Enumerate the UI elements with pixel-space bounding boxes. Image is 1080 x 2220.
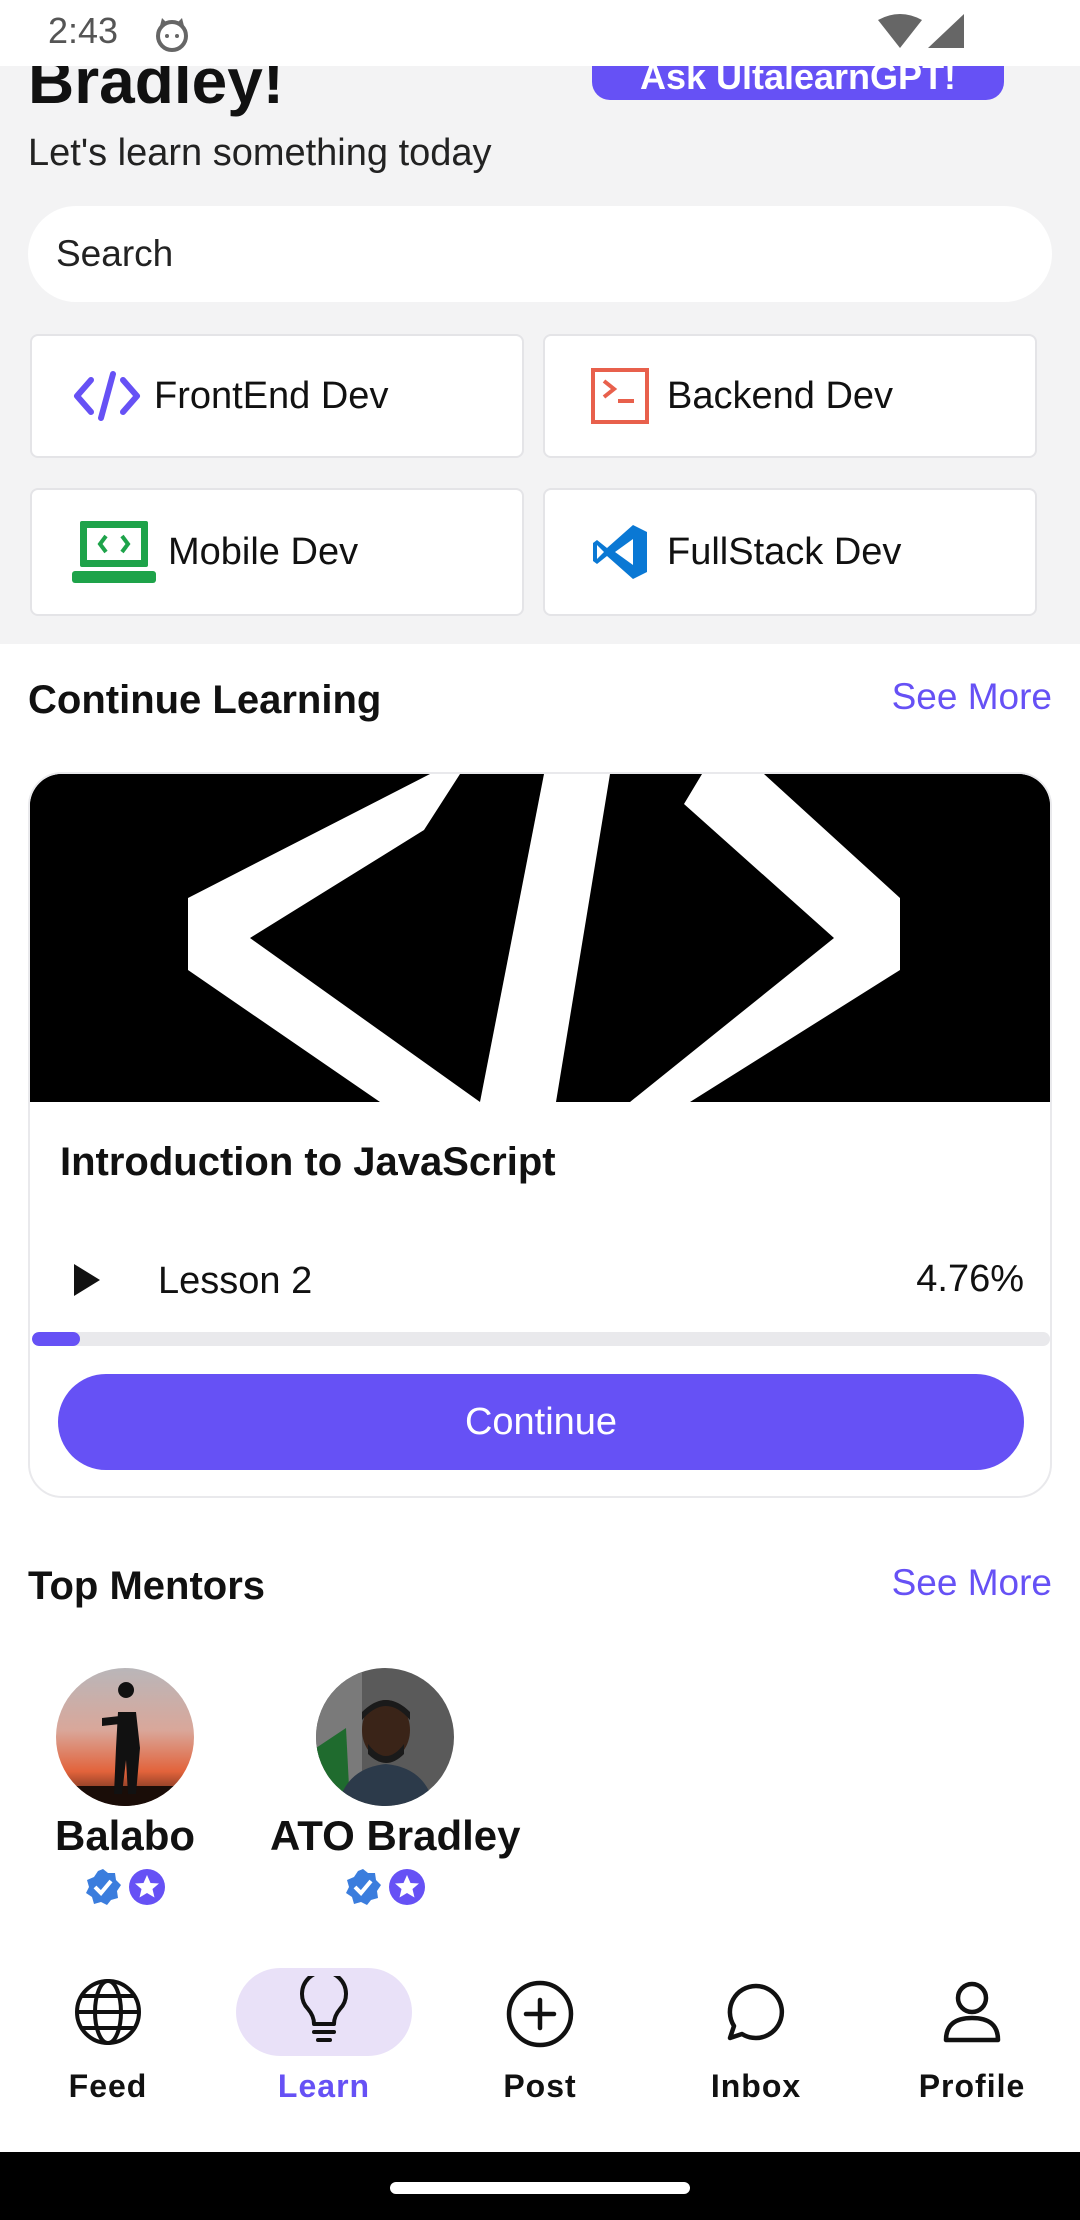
lesson-row[interactable]: Lesson 2 4.76% <box>60 1252 1024 1312</box>
course-thumbnail <box>30 774 1050 1102</box>
mentor-card[interactable]: Balabo <box>40 1668 210 1906</box>
code-brackets-icon <box>30 774 1050 1102</box>
verified-badge-icon <box>86 1869 121 1905</box>
continue-learning-see-more-link[interactable]: See More <box>892 676 1052 718</box>
category-backend[interactable]: Backend Dev <box>543 334 1037 458</box>
ask-gpt-button[interactable]: Ask UltalearnGPT! <box>592 66 1004 100</box>
avatar <box>56 1668 194 1806</box>
category-label: Backend Dev <box>667 374 894 417</box>
bottom-nav: Feed Learn Post Inbox Profile <box>0 1952 1080 2152</box>
nav-item-post[interactable]: Post <box>440 1952 640 2112</box>
category-label: FullStack Dev <box>667 530 902 573</box>
category-label: FrontEnd Dev <box>154 374 389 417</box>
progress-bar <box>32 1332 1050 1346</box>
home-gesture-handle[interactable] <box>390 2182 690 2194</box>
wifi-icon <box>878 14 922 48</box>
mentor-card[interactable]: ATO Bradley <box>270 1668 521 1906</box>
nav-active-pill <box>236 1968 412 2056</box>
greeting-name: Bradley! <box>28 66 285 117</box>
star-badge-icon <box>129 1869 165 1905</box>
progress-bar-fill <box>32 1332 81 1346</box>
plus-circle-icon <box>506 1980 574 2048</box>
category-label: Mobile Dev <box>168 530 359 573</box>
code-icon <box>72 366 142 426</box>
continue-button[interactable]: Continue <box>58 1374 1024 1470</box>
globe-icon <box>75 1979 141 2045</box>
vscode-icon <box>585 522 655 582</box>
app-notification-icon <box>156 18 188 52</box>
course-card[interactable]: Introduction to JavaScript Lesson 2 4.76… <box>28 772 1052 1498</box>
mentor-badges <box>40 1868 210 1906</box>
nav-item-profile[interactable]: Profile <box>872 1952 1072 2112</box>
signal-icon <box>928 14 964 48</box>
nav-label: Inbox <box>710 2068 802 2104</box>
progress-percent: 4.76% <box>916 1258 1024 1300</box>
top-header-area: Bradley! Ask UltalearnGPT! Let's learn s… <box>0 66 1080 644</box>
nav-item-learn[interactable]: Learn <box>224 1952 424 2112</box>
search-input[interactable] <box>28 206 1052 302</box>
top-mentors-title: Top Mentors <box>28 1564 266 1608</box>
terminal-icon <box>585 366 655 426</box>
gesture-navigation-bar <box>0 2152 1080 2220</box>
verified-badge-icon <box>346 1869 381 1905</box>
greeting-subtitle: Let's learn something today <box>28 132 492 174</box>
star-badge-icon <box>389 1869 425 1905</box>
avatar <box>316 1668 454 1806</box>
nav-item-inbox[interactable]: Inbox <box>656 1952 856 2112</box>
play-icon <box>74 1264 100 1296</box>
chat-bubble-icon <box>727 1983 785 2041</box>
person-icon <box>943 1981 1001 2043</box>
mentor-badges <box>270 1868 500 1906</box>
top-mentors-see-more-link[interactable]: See More <box>892 1562 1052 1604</box>
laptop-code-icon <box>72 521 156 583</box>
status-bar: 2:43 <box>0 0 1080 66</box>
mentor-name: ATO Bradley <box>270 1812 521 1859</box>
category-mobile[interactable]: Mobile Dev <box>30 488 524 616</box>
nav-item-feed[interactable]: Feed <box>8 1952 208 2112</box>
nav-label: Learn <box>277 2068 371 2104</box>
category-frontend[interactable]: FrontEnd Dev <box>30 334 524 458</box>
nav-label: Profile <box>918 2068 1026 2104</box>
nav-label: Post <box>503 2068 577 2104</box>
mentor-name: Balabo <box>54 1812 196 1859</box>
lesson-label: Lesson 2 <box>158 1260 313 1302</box>
status-time: 2:43 <box>48 10 119 51</box>
course-title: Introduction to JavaScript <box>60 1140 556 1184</box>
continue-learning-title: Continue Learning <box>28 678 382 722</box>
nav-label: Feed <box>68 2068 148 2104</box>
category-fullstack[interactable]: FullStack Dev <box>543 488 1037 616</box>
lightbulb-icon <box>300 1976 348 2042</box>
